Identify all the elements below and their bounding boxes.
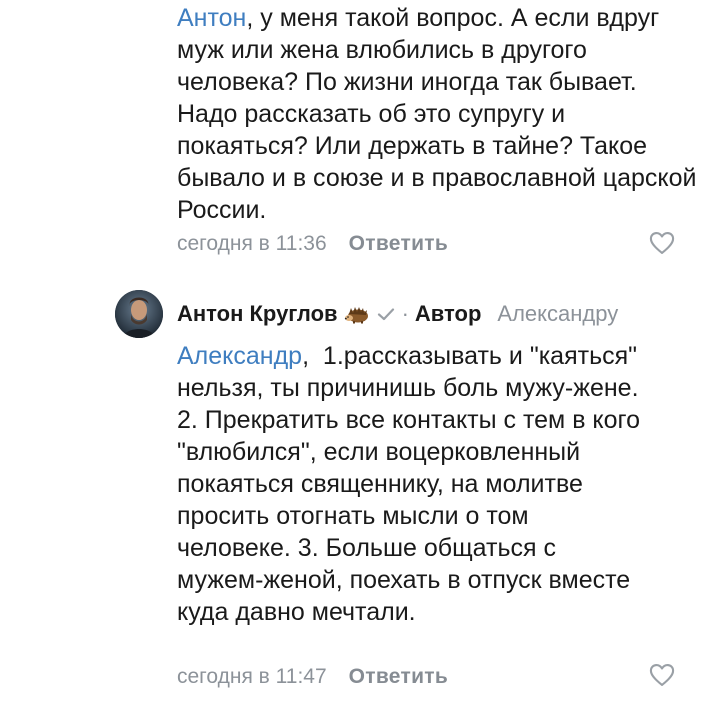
hedgehog-icon <box>344 307 368 324</box>
avatar[interactable] <box>115 290 163 338</box>
comment-1-body: Антон, у меня такой вопрос. А если вдруг… <box>177 2 697 226</box>
avatar-image <box>115 290 163 338</box>
author-name[interactable]: Антон Круглов <box>177 300 338 328</box>
comment-2-reply-button[interactable]: Ответить <box>349 664 448 690</box>
heart-outline-icon[interactable] <box>648 229 676 257</box>
heart-outline-icon[interactable] <box>648 661 676 689</box>
comment-2-body: Александр, 1.рассказывать и "каяться" не… <box>177 340 647 628</box>
reply-to-link[interactable]: Александру <box>497 300 618 328</box>
comment-2-mention-link[interactable]: Александр <box>177 342 302 370</box>
separator-dot: · <box>401 301 409 326</box>
author-badge: Автор <box>414 301 482 326</box>
comment-1-mention-link[interactable]: Антон <box>177 4 246 32</box>
comment-1-timestamp: сегодня в 11:36 <box>177 232 327 255</box>
comment-2-timestamp: сегодня в 11:47 <box>177 665 327 688</box>
comment-2-meta: сегодня в 11:47 Ответить <box>177 664 448 690</box>
comment-2-header: Антон Круглов · Автор Александру <box>177 300 618 328</box>
comment-1-meta: сегодня в 11:36 Ответить <box>177 231 448 257</box>
checkmark-icon <box>377 308 394 321</box>
comment-2-text: , 1.рассказывать и "каяться" нельзя, ты … <box>177 342 653 626</box>
comment-1-text: , у меня такой вопрос. А если вдруг муж … <box>177 4 704 224</box>
comment-1-reply-button[interactable]: Ответить <box>349 231 448 257</box>
